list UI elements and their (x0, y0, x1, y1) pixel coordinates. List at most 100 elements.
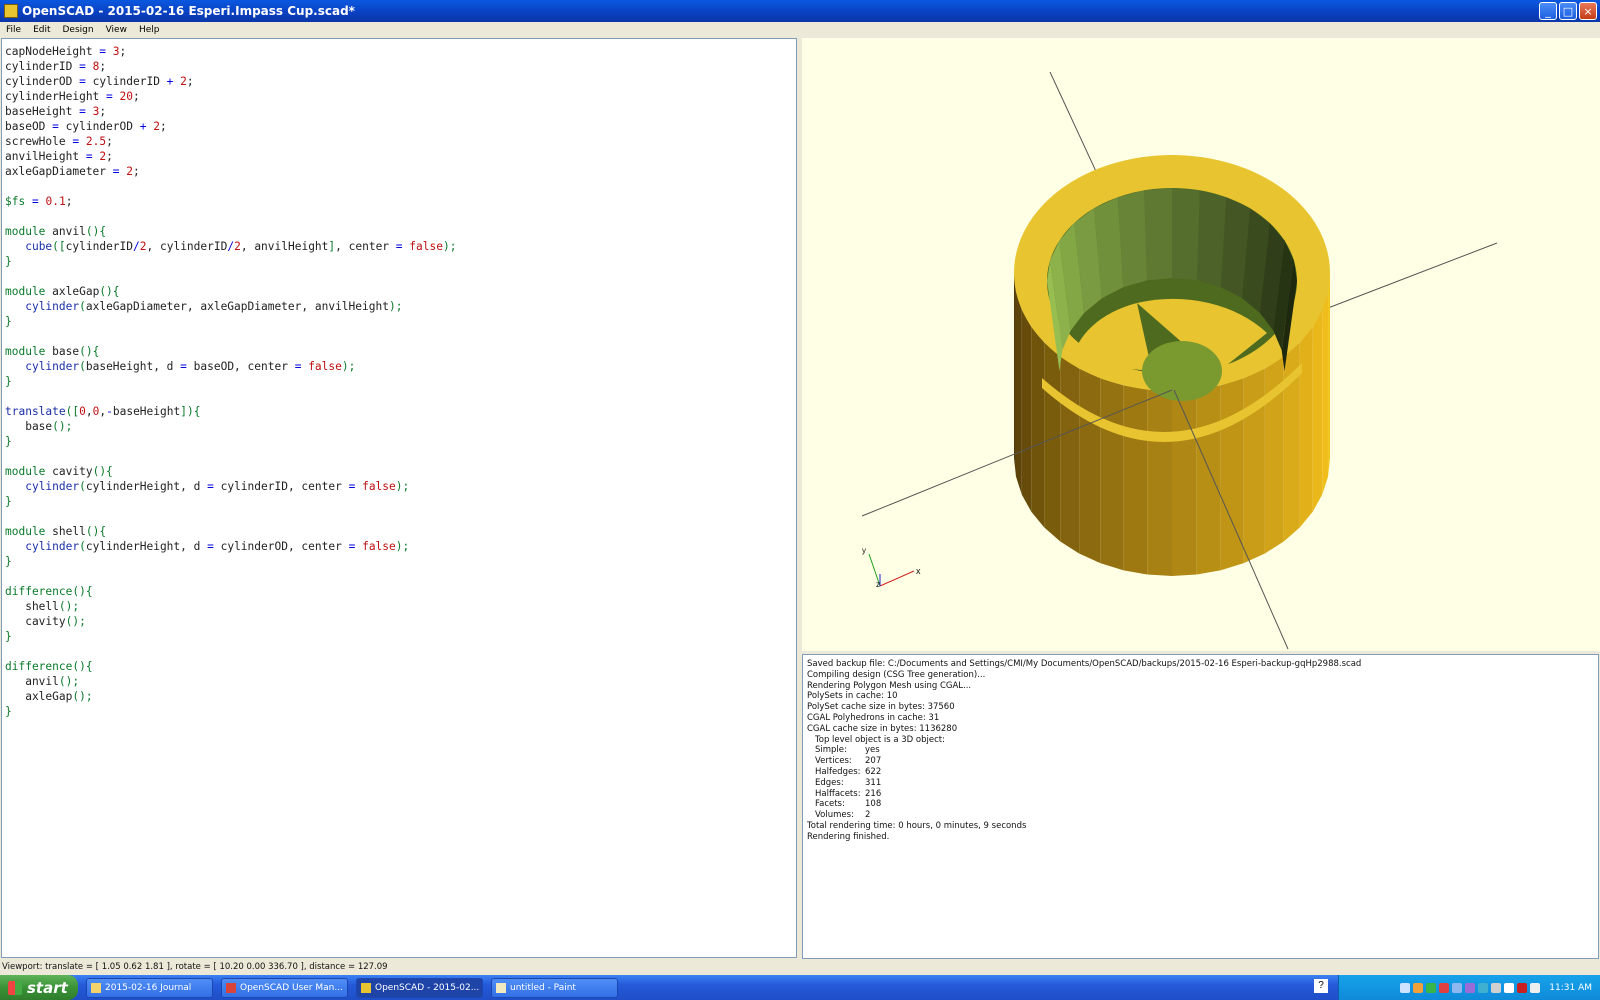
code-line[interactable] (5, 269, 793, 284)
code-line[interactable]: anvil(); (5, 674, 793, 689)
status-bar: Viewport: translate = [ 1.05 0.62 1.81 ]… (0, 961, 1600, 973)
code-line[interactable]: } (5, 314, 793, 329)
openscad-icon (361, 982, 371, 993)
shield-icon[interactable] (1426, 982, 1437, 993)
code-line[interactable] (5, 209, 793, 224)
code-token: (){ (72, 660, 93, 673)
code-line[interactable]: } (5, 434, 793, 449)
code-line[interactable] (5, 449, 793, 464)
3d-viewport[interactable]: x y z (802, 38, 1600, 651)
tray-tool-icon[interactable] (1465, 982, 1476, 993)
code-line[interactable]: cylinderHeight = 20; (5, 89, 793, 104)
code-line[interactable]: axleGap(); (5, 689, 793, 704)
minimize-button[interactable]: _ (1539, 2, 1557, 20)
code-line[interactable]: translate([0,0,-baseHeight]){ (5, 404, 793, 419)
console-line: Saved backup file: C:/Documents and Sett… (807, 659, 1362, 669)
tray-usb-icon[interactable] (1491, 982, 1502, 993)
taskbar-item[interactable]: OpenSCAD User Man... (221, 977, 348, 998)
code-line[interactable]: } (5, 554, 793, 569)
code-line[interactable]: axleGapDiameter = 2; (5, 164, 793, 179)
code-line[interactable] (5, 179, 793, 194)
title-bar: OpenSCAD - 2015-02-16 Esperi.Impass Cup.… (0, 0, 1600, 22)
code-line[interactable]: cylinder(baseHeight, d = baseOD, center … (5, 359, 793, 374)
code-line[interactable] (5, 329, 793, 344)
code-token: module (5, 225, 46, 238)
code-line[interactable]: module cavity(){ (5, 464, 793, 479)
cup-wall-facet (1322, 291, 1329, 495)
code-token: = (79, 105, 86, 118)
taskbar-item[interactable]: 2015-02-16 Journal (86, 977, 213, 998)
code-line[interactable]: baseOD = cylinderOD + 2; (5, 119, 793, 134)
code-line[interactable]: cylinderOD = cylinderID + 2; (5, 74, 793, 89)
taskbar-item[interactable]: untitled - Paint (491, 977, 618, 998)
code-line[interactable]: } (5, 254, 793, 269)
code-line[interactable]: } (5, 494, 793, 509)
code-token: anvil (45, 225, 86, 238)
menu-view[interactable]: View (100, 25, 133, 35)
menu-edit[interactable]: Edit (27, 25, 56, 35)
help-icon[interactable]: ? (1314, 979, 1328, 993)
wifi-icon[interactable] (1504, 982, 1515, 993)
code-line[interactable]: difference(){ (5, 659, 793, 674)
code-line[interactable]: capNodeHeight = 3; (5, 44, 793, 59)
cup-inner-facet (1172, 188, 1200, 281)
code-line[interactable]: } (5, 374, 793, 389)
close-button[interactable]: × (1579, 2, 1597, 20)
code-token: 2.5 (85, 135, 107, 148)
network-icon[interactable] (1400, 982, 1411, 993)
cup-wall-facet (1172, 389, 1197, 576)
code-line[interactable]: module shell(){ (5, 524, 793, 539)
code-line[interactable]: anvilHeight = 2; (5, 149, 793, 164)
start-button[interactable]: start (0, 975, 78, 1000)
code-token: (){ (99, 285, 120, 298)
taskbar-item[interactable]: OpenSCAD - 2015-02... (356, 977, 483, 998)
code-token: ; (106, 135, 113, 148)
tray-monitor-icon[interactable] (1452, 982, 1463, 993)
taskbar-item-label: untitled - Paint (510, 982, 576, 993)
code-token: anvil (5, 675, 59, 688)
code-line[interactable]: cylinder(cylinderHeight, d = cylinderOD,… (5, 539, 793, 554)
menu-file[interactable]: File (0, 25, 27, 35)
code-line[interactable]: module anvil(){ (5, 224, 793, 239)
code-line[interactable]: difference(){ (5, 584, 793, 599)
code-line[interactable]: shell(); (5, 599, 793, 614)
maximize-button[interactable]: □ (1559, 2, 1577, 20)
code-line[interactable]: baseHeight = 3; (5, 104, 793, 119)
code-line[interactable]: screwHole = 2.5; (5, 134, 793, 149)
cup-wall-facet (1123, 385, 1148, 575)
volume-icon[interactable] (1530, 982, 1541, 993)
code-line[interactable] (5, 509, 793, 524)
code-text[interactable]: capNodeHeight = 3; cylinderID = 8; cylinde… (2, 39, 796, 724)
code-token: ); (388, 300, 403, 313)
tray-sync-icon[interactable] (1478, 982, 1489, 993)
code-line[interactable]: } (5, 704, 793, 719)
tray-alert-icon[interactable] (1439, 982, 1450, 993)
code-token: ([ (65, 405, 80, 418)
code-editor[interactable]: capNodeHeight = 3; cylinderID = 8; cylinde… (1, 38, 797, 958)
code-line[interactable]: cylinder(axleGapDiameter, axleGapDiamete… (5, 299, 793, 314)
menu-help[interactable]: Help (133, 25, 166, 35)
code-line[interactable]: cavity(); (5, 614, 793, 629)
code-line[interactable]: cylinderID = 8; (5, 59, 793, 74)
tray-app-icon[interactable] (1413, 982, 1424, 993)
code-line[interactable]: base(); (5, 419, 793, 434)
console-stat-row: Vertices: 207 (807, 756, 1594, 767)
code-line[interactable] (5, 569, 793, 584)
code-line[interactable]: } (5, 629, 793, 644)
code-line[interactable]: module axleGap(){ (5, 284, 793, 299)
console-stat-key: Simple: (815, 745, 847, 756)
code-token: , (85, 405, 93, 418)
code-line[interactable]: cylinder(cylinderHeight, d = cylinderID,… (5, 479, 793, 494)
code-token: ); (395, 540, 410, 553)
code-token: ; (133, 90, 140, 103)
menu-design[interactable]: Design (57, 25, 100, 35)
code-token: ( (79, 480, 86, 493)
code-token: cylinderHeight (5, 90, 107, 103)
code-line[interactable] (5, 389, 793, 404)
code-line[interactable]: module base(){ (5, 344, 793, 359)
code-line[interactable]: cube([cylinderID/2, cylinderID/2, anvilH… (5, 239, 793, 254)
console-panel[interactable]: Saved backup file: C:/Documents and Sett… (802, 654, 1599, 959)
code-line[interactable] (5, 644, 793, 659)
tray-security-icon[interactable] (1517, 982, 1528, 993)
code-line[interactable]: $fs = 0.1; (5, 194, 793, 209)
